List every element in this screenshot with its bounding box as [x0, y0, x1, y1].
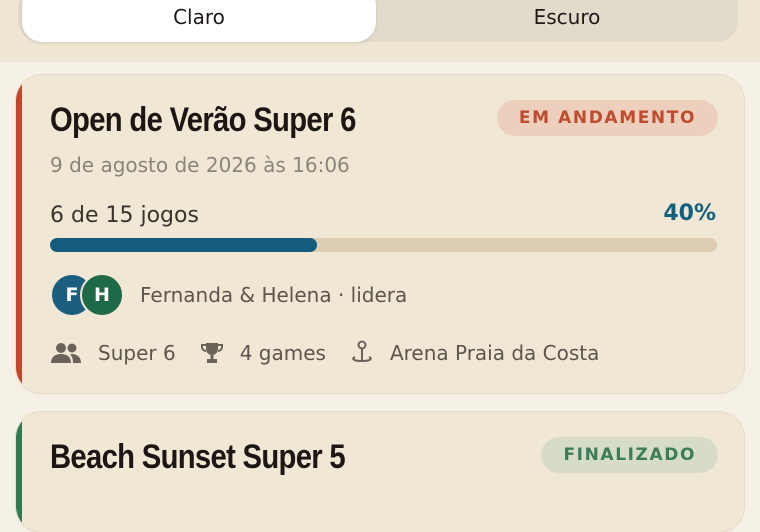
trophy-icon [200, 341, 224, 365]
leader-text: Fernanda & Helena · lidera [140, 283, 408, 307]
top-band: Claro Escuro [0, 0, 760, 62]
progress-label: 6 de 15 jogos [50, 203, 199, 228]
progress-fill [50, 238, 317, 252]
status-accent-bar [16, 412, 22, 532]
status-accent-bar [16, 75, 22, 393]
status-badge: EM ANDAMENTO [496, 100, 718, 136]
theme-segmented-control: Claro Escuro [18, 0, 738, 42]
venue-text: Arena Praia da Costa [389, 341, 600, 365]
games-text: 4 games [239, 341, 326, 365]
progress-track [50, 238, 717, 252]
people-icon [50, 342, 82, 364]
tournament-title: Beach Sunset Super 5 [50, 438, 346, 476]
theme-dark-option[interactable]: Escuro [396, 0, 738, 42]
tournament-title: Open de Verão Super 6 [50, 101, 356, 139]
avatar: H [80, 273, 124, 317]
progress-percent: 40% [663, 201, 716, 226]
tournament-card[interactable]: Beach Sunset Super 5 FINALIZADO [16, 412, 744, 532]
tournament-meta: Super 6 4 games Arena Praia da Costa [50, 338, 623, 368]
location-pin-icon [350, 340, 374, 366]
status-badge: FINALIZADO [541, 437, 718, 473]
tournament-date: 9 de agosto de 2026 às 16:06 [50, 153, 350, 177]
format-text: Super 6 [98, 341, 176, 365]
leader-avatars: F H [50, 273, 130, 317]
tournament-card[interactable]: Open de Verão Super 6 EM ANDAMENTO 9 de … [16, 75, 744, 393]
theme-light-option[interactable]: Claro [22, 0, 376, 42]
